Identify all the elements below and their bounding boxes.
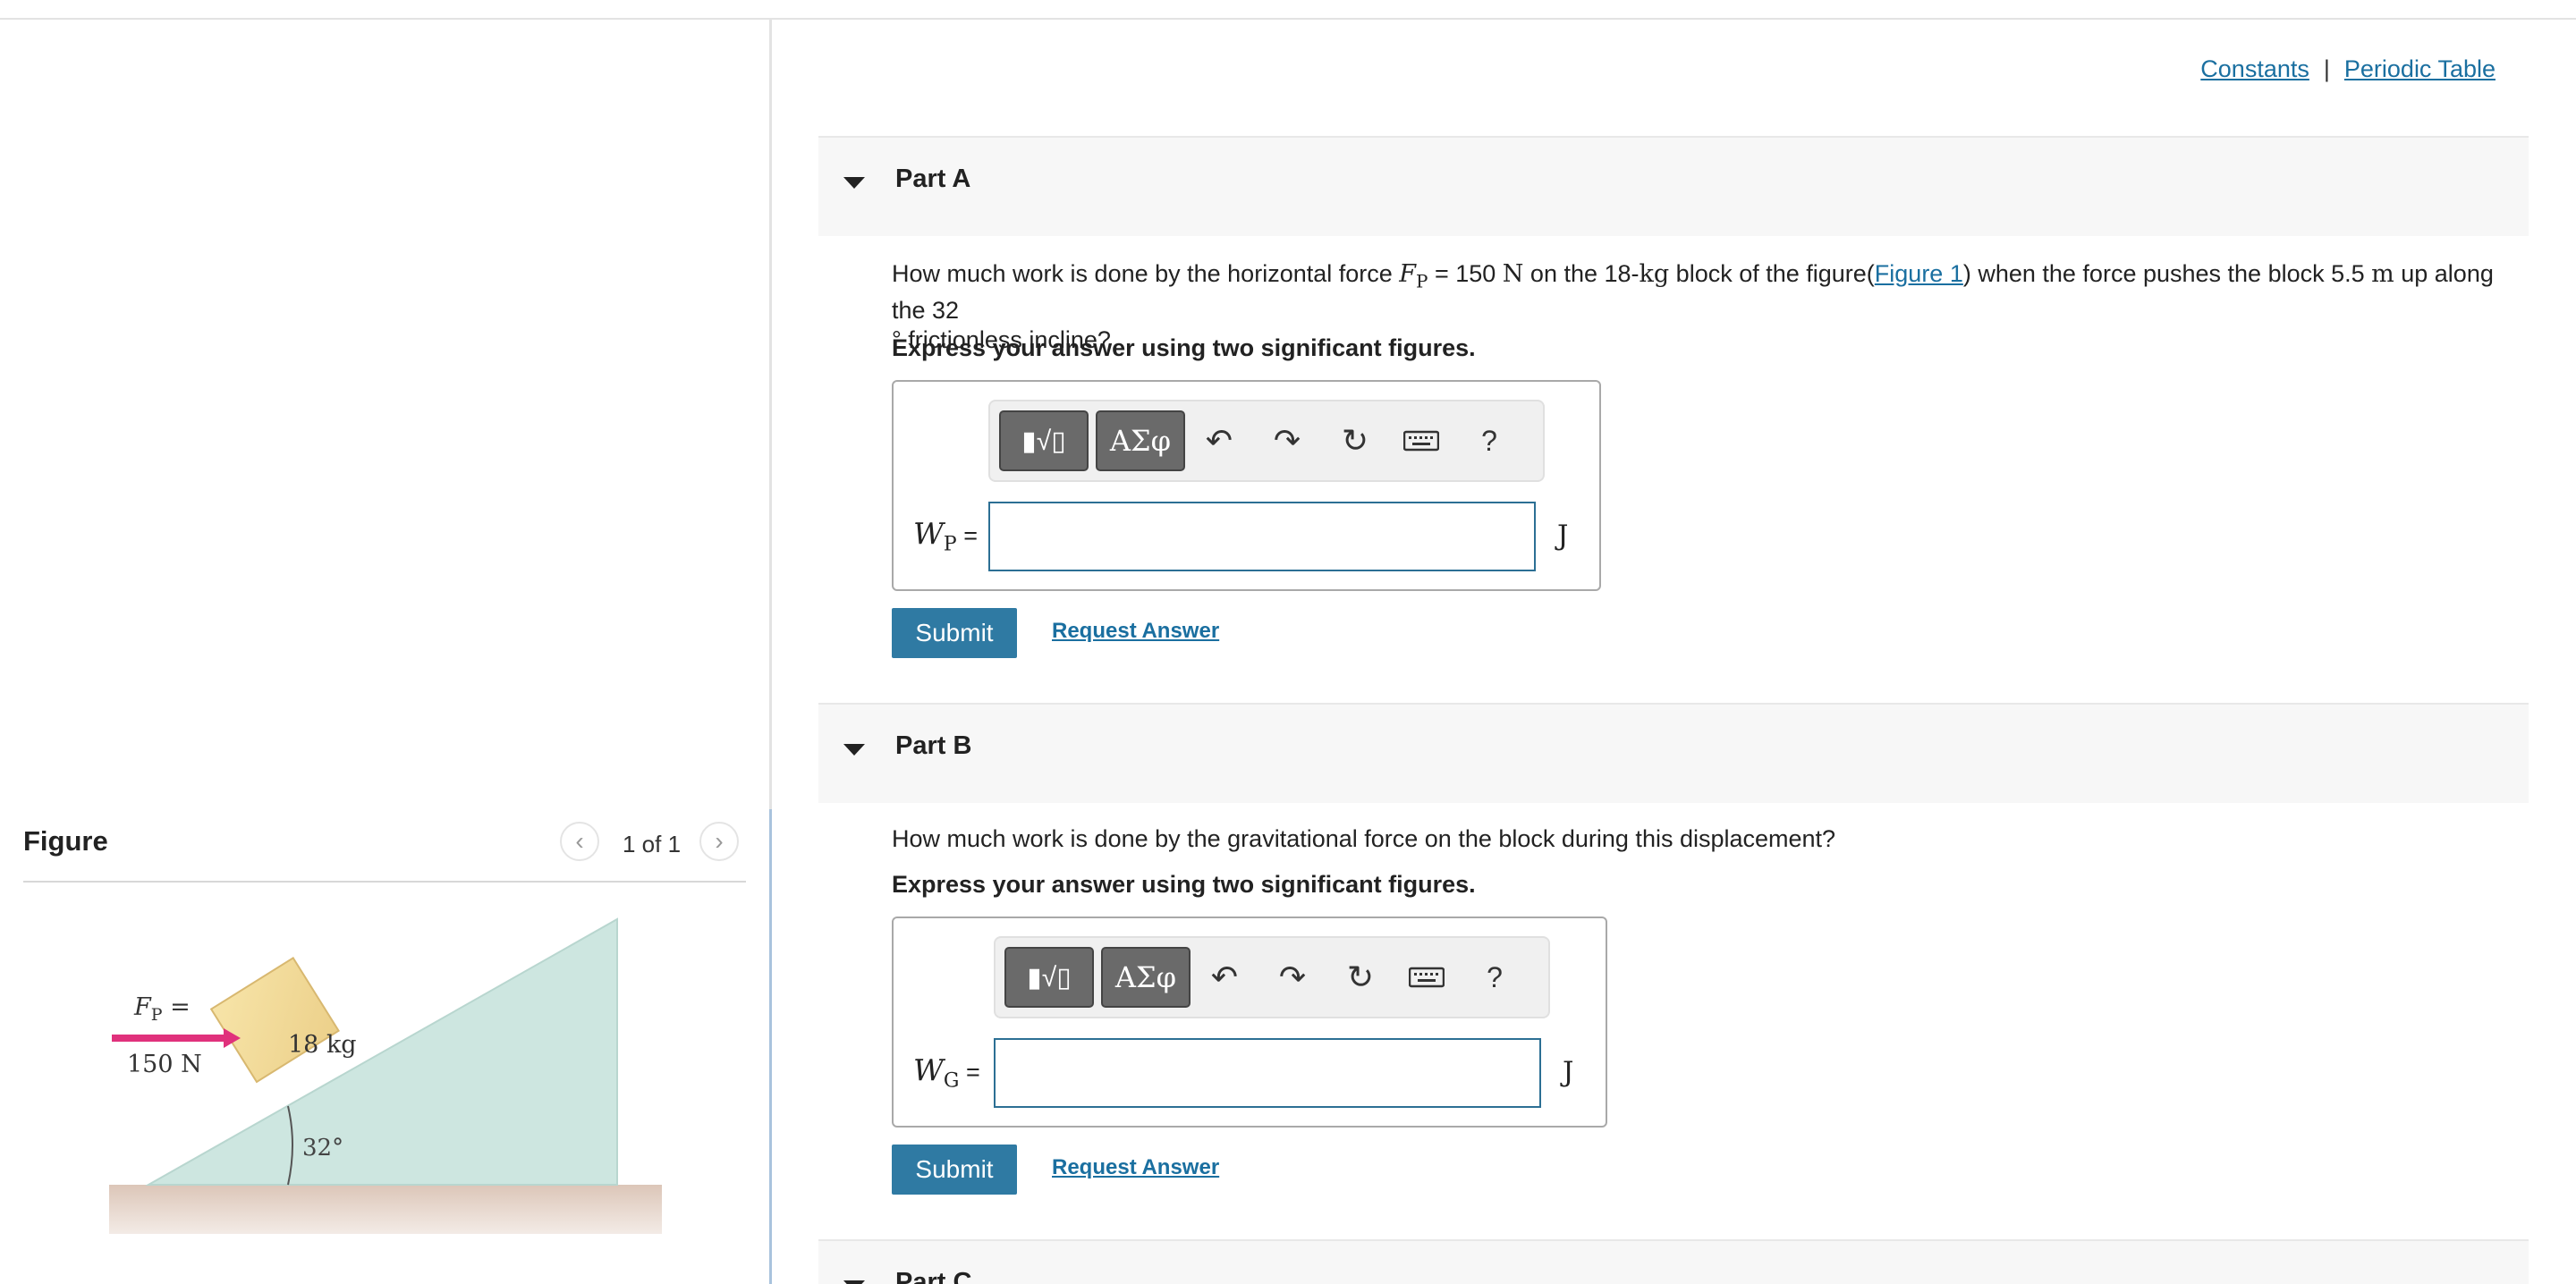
templates-button[interactable]: ▮√▯ <box>1004 947 1094 1008</box>
figure-1-link[interactable]: Figure 1 <box>1875 260 1963 287</box>
incline-figure: 32° 18 kg FP = 150 N <box>109 917 662 1234</box>
part-b-request-answer-link[interactable]: Request Answer <box>1052 1155 1219 1180</box>
part-b-answer-box: ▮√▯ ΑΣφ ↶ ↷ ↻ ? WG = J <box>892 917 1607 1128</box>
equals-sign: = <box>956 522 979 549</box>
figure-header: Figure ‹ 1 of 1 › <box>23 818 746 883</box>
caret-down-icon[interactable] <box>843 744 865 756</box>
mass-label: 18 kg <box>288 1031 357 1059</box>
undo-icon[interactable]: ↶ <box>1205 958 1244 997</box>
templates-icon: ▮√▯ <box>1027 962 1072 993</box>
part-c-label: Part C <box>895 1268 972 1284</box>
angle-label: 32° <box>302 1135 343 1162</box>
constants-link[interactable]: Constants <box>2200 55 2309 82</box>
reset-icon[interactable]: ↻ <box>1341 958 1380 997</box>
question-text: block of the figure( <box>1669 260 1875 287</box>
incline <box>145 917 618 1186</box>
reset-icon[interactable]: ↻ <box>1335 421 1375 460</box>
force-value: 150 N <box>127 1051 202 1078</box>
help-icon[interactable]: ? <box>1475 958 1514 997</box>
periodic-table-link[interactable]: Periodic Table <box>2344 55 2496 82</box>
part-a-submit-button[interactable]: Submit <box>892 608 1017 658</box>
chevron-left-icon: ‹ <box>575 827 584 855</box>
question-text: How much work is done by the horizontal … <box>892 260 1400 287</box>
greek-symbols-icon: ΑΣφ <box>1114 960 1177 994</box>
force-subscript: P <box>1416 270 1428 292</box>
force-symbol: F <box>1399 260 1416 288</box>
question-text: = 150 <box>1428 260 1503 287</box>
undo-icon[interactable]: ↶ <box>1199 421 1239 460</box>
math-toolbar: ▮√▯ ΑΣφ ↶ ↷ ↻ ? <box>988 400 1545 482</box>
part-a-instruction: Express your answer using two significan… <box>892 334 1476 361</box>
part-b-question: How much work is done by the gravitation… <box>892 825 1836 852</box>
unit-newton: N <box>1502 260 1524 288</box>
equals-sign: = <box>959 1059 980 1085</box>
reference-links: Constants | Periodic Table <box>2200 55 2496 83</box>
question-text: on the 18- <box>1523 260 1640 287</box>
part-a-label: Part A <box>895 165 971 193</box>
variable-symbol: W <box>913 1052 944 1087</box>
part-b-header[interactable]: Part B <box>818 703 2529 803</box>
unit-label: J <box>1563 1056 1574 1088</box>
figure-title: Figure <box>23 825 108 857</box>
link-separator: | <box>2323 55 2330 82</box>
top-border <box>0 0 2576 20</box>
caret-down-icon[interactable] <box>843 1280 865 1284</box>
symbols-button[interactable]: ΑΣφ <box>1096 410 1185 471</box>
part-a-answer-input[interactable] <box>988 502 1536 571</box>
part-a-answer-box: ▮√▯ ΑΣφ ↶ ↷ ↻ ? WP = J <box>892 380 1601 591</box>
previous-figure-button[interactable]: ‹ <box>560 822 599 861</box>
force-label: FP = <box>133 993 191 1025</box>
questions-pane: Constants | Periodic Table Part A How much… <box>772 20 2576 1284</box>
part-a-header[interactable]: Part A <box>818 136 2529 236</box>
part-b-answer-input[interactable] <box>994 1038 1541 1108</box>
chevron-right-icon: › <box>715 827 724 855</box>
part-a-request-answer-link[interactable]: Request Answer <box>1052 619 1219 644</box>
greek-symbols-icon: ΑΣφ <box>1109 424 1172 458</box>
part-b-submit-button[interactable]: Submit <box>892 1145 1017 1195</box>
unit-meter: m <box>2371 260 2394 288</box>
symbols-button[interactable]: ΑΣφ <box>1101 947 1191 1008</box>
caret-down-icon[interactable] <box>843 177 865 189</box>
templates-icon: ▮√▯ <box>1021 426 1066 456</box>
variable-symbol: W <box>913 516 944 551</box>
variable-label: WG = <box>913 1052 980 1093</box>
variable-subscript: P <box>943 533 957 556</box>
math-toolbar: ▮√▯ ΑΣφ ↶ ↷ ↻ ? <box>994 936 1550 1018</box>
keyboard-icon[interactable] <box>1402 421 1441 460</box>
question-text: ) when the force pushes the block 5.5 <box>1962 260 2372 287</box>
unit-kilogram: kg <box>1639 260 1670 288</box>
variable-subscript: G <box>943 1069 960 1093</box>
part-b-label: Part B <box>895 731 972 760</box>
unit-label: J <box>1557 520 1569 552</box>
help-icon[interactable]: ? <box>1470 421 1509 460</box>
next-figure-button[interactable]: › <box>699 822 739 861</box>
figure-pager: 1 of 1 <box>623 831 682 857</box>
part-c-header[interactable]: Part C <box>818 1239 2529 1284</box>
block <box>209 956 340 1084</box>
ground <box>109 1185 662 1234</box>
part-b-instruction: Express your answer using two significan… <box>892 871 1476 898</box>
templates-button[interactable]: ▮√▯ <box>999 410 1089 471</box>
variable-label: WP = <box>913 516 978 556</box>
redo-icon[interactable]: ↷ <box>1273 958 1312 997</box>
keyboard-icon[interactable] <box>1407 958 1446 997</box>
redo-icon[interactable]: ↷ <box>1267 421 1307 460</box>
